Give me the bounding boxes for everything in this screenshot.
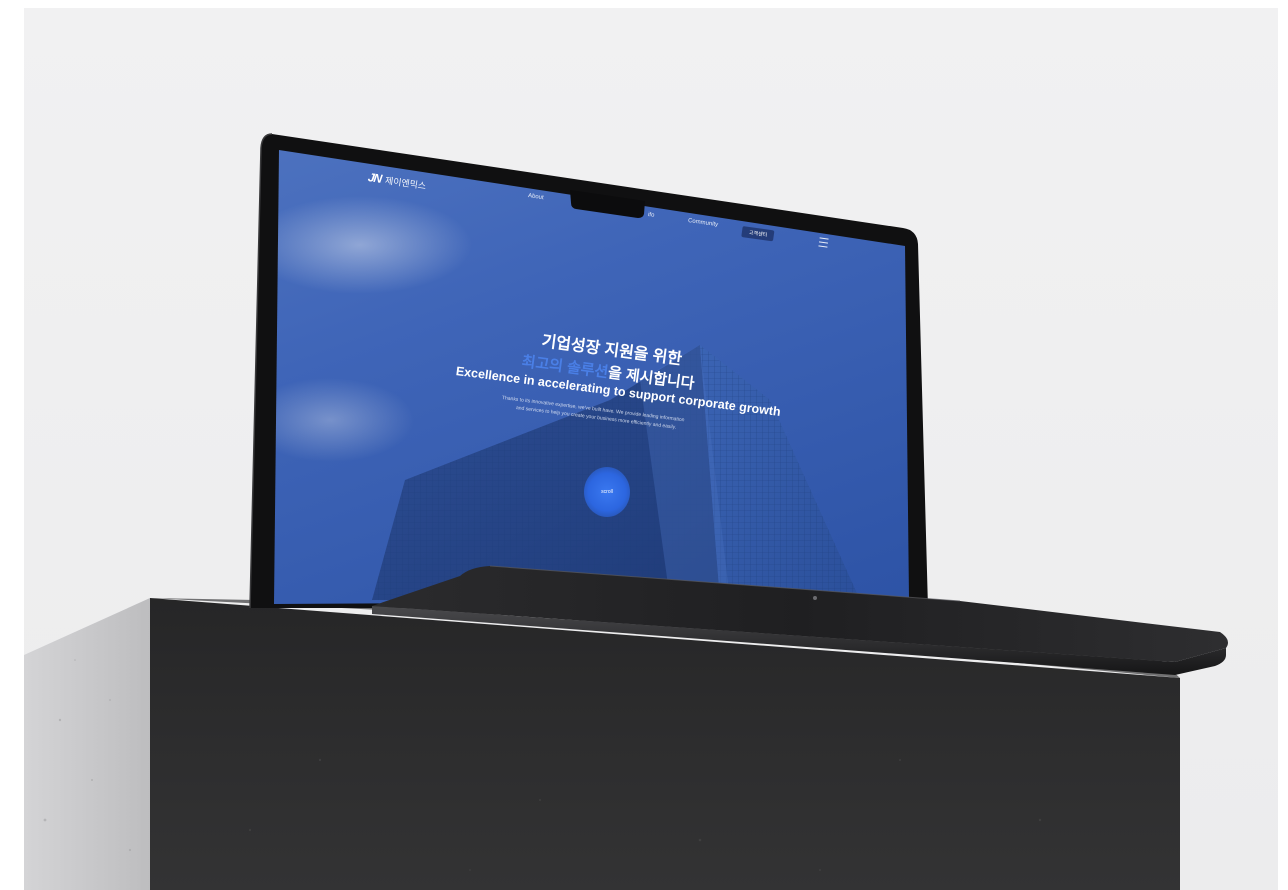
laptop-base [372,565,1228,675]
mockup-scene: JN 제이엔믹스 About ifo Community 고객센터 기업성장 지… [0,0,1288,890]
